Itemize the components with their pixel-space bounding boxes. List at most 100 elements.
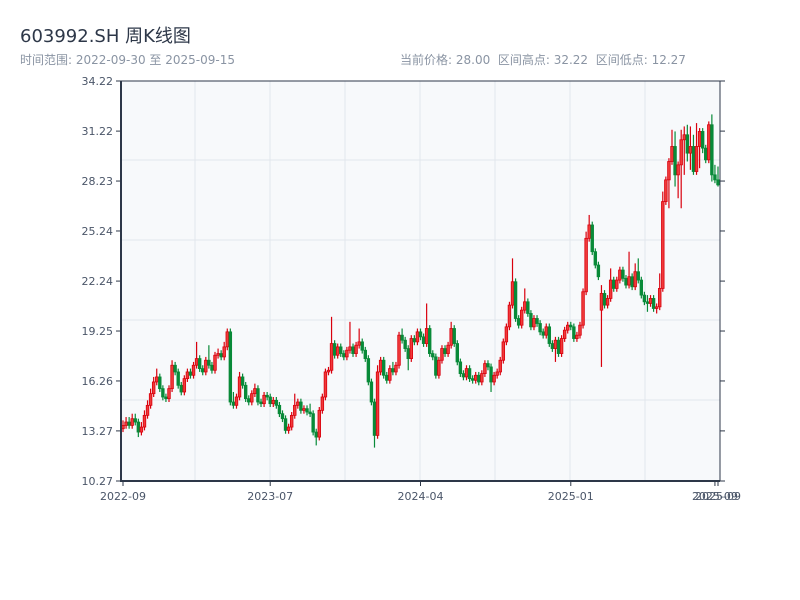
y-tick-label: 10.27: [82, 475, 114, 488]
candle-body: [280, 413, 285, 420]
candle-body: [204, 359, 208, 373]
candle-body: [624, 278, 628, 286]
candle-body: [645, 301, 650, 304]
candle-body: [375, 371, 380, 436]
candle-body: [654, 306, 659, 309]
candle-body: [618, 269, 622, 281]
candle-body: [372, 401, 377, 436]
candle-body: [602, 293, 607, 306]
candle-body: [704, 147, 708, 161]
candle-body: [461, 373, 466, 378]
candle-body: [710, 124, 714, 176]
candle-body: [311, 413, 315, 433]
candle-body: [271, 399, 275, 405]
candle-body: [191, 364, 196, 376]
candle-body: [277, 404, 282, 415]
candle-body: [526, 301, 530, 314]
x-tick-label: 2024-04: [398, 490, 444, 503]
candle-body: [575, 334, 579, 339]
candle-body: [194, 358, 199, 366]
candle-body: [474, 374, 478, 381]
candle-body: [489, 366, 493, 383]
candle-body: [317, 409, 321, 438]
candle-body: [566, 324, 570, 331]
candle-body: [151, 381, 156, 395]
candle-body: [504, 326, 509, 343]
candle-body: [458, 361, 463, 375]
candle-body: [424, 328, 429, 344]
candle-body: [188, 371, 193, 376]
candle-body: [492, 374, 496, 383]
candle-body: [431, 353, 435, 358]
candle-body: [544, 326, 548, 336]
candle-body: [633, 271, 637, 288]
candle-body: [185, 371, 190, 380]
candle-body: [240, 376, 245, 386]
candle-body: [366, 358, 371, 383]
candle-body: [121, 424, 125, 430]
candle-body: [532, 318, 536, 328]
candle-body: [467, 368, 472, 380]
candle-body: [197, 358, 202, 369]
candle-body: [713, 174, 717, 181]
candle-body: [136, 421, 141, 433]
candle-body: [670, 146, 674, 162]
candle-body: [262, 394, 266, 405]
candle-body: [612, 279, 616, 289]
candle-body: [409, 338, 413, 359]
candle-body: [176, 371, 180, 386]
candle-body: [173, 364, 177, 373]
candle-body: [553, 339, 558, 349]
candle-body: [225, 331, 229, 348]
y-tick-label: 22.24: [82, 275, 114, 288]
candle-body: [388, 368, 392, 381]
candle-body: [446, 344, 450, 354]
candle-body: [578, 324, 582, 336]
candle-body: [415, 331, 420, 343]
candle-body: [326, 369, 331, 373]
candle-body: [228, 331, 233, 403]
candle-body: [360, 341, 364, 351]
candle-body: [243, 384, 248, 400]
candle-body: [440, 348, 444, 361]
candle-body: [513, 281, 518, 319]
candle-body: [535, 318, 539, 324]
candle-body: [182, 378, 187, 393]
x-tick-label: 2022-09: [100, 490, 146, 503]
candle-body: [363, 349, 367, 359]
candle-body: [354, 344, 358, 354]
candlestick-chart: 10.27 13.27 16.26 19.25 22.24 25.24 28.23 31.22…: [82, 75, 741, 503]
candle-body: [452, 328, 456, 344]
candle-body: [403, 339, 407, 349]
candle-body: [385, 374, 389, 381]
candle-body: [158, 376, 162, 390]
candle-body: [253, 388, 257, 395]
candle-body: [685, 134, 690, 154]
x-tick-label: 2023-07: [247, 490, 293, 503]
candle-body: [302, 408, 306, 411]
candle-body: [133, 418, 137, 423]
y-tick-label: 13.27: [82, 425, 114, 438]
candle-body: [541, 331, 545, 336]
x-tick-label: 2025-01: [548, 490, 594, 503]
candle-body: [437, 359, 441, 376]
candle-body: [486, 363, 490, 368]
candle-body: [345, 349, 349, 358]
candle-body: [400, 334, 404, 341]
candle-body: [562, 329, 567, 339]
candle-body: [648, 298, 653, 304]
candle-body: [320, 396, 325, 411]
candle-body: [538, 323, 542, 333]
candle-body: [299, 401, 303, 411]
candle-body: [673, 146, 677, 176]
candle-body: [443, 348, 447, 354]
candle-body: [145, 404, 150, 416]
candle-body: [630, 276, 634, 288]
candle-body: [691, 146, 696, 172]
candle-body: [529, 313, 533, 328]
candle-body: [608, 279, 613, 299]
candle-body: [201, 368, 205, 373]
candle-body: [434, 356, 438, 376]
candle-body: [216, 353, 220, 356]
candle-body: [342, 353, 346, 358]
